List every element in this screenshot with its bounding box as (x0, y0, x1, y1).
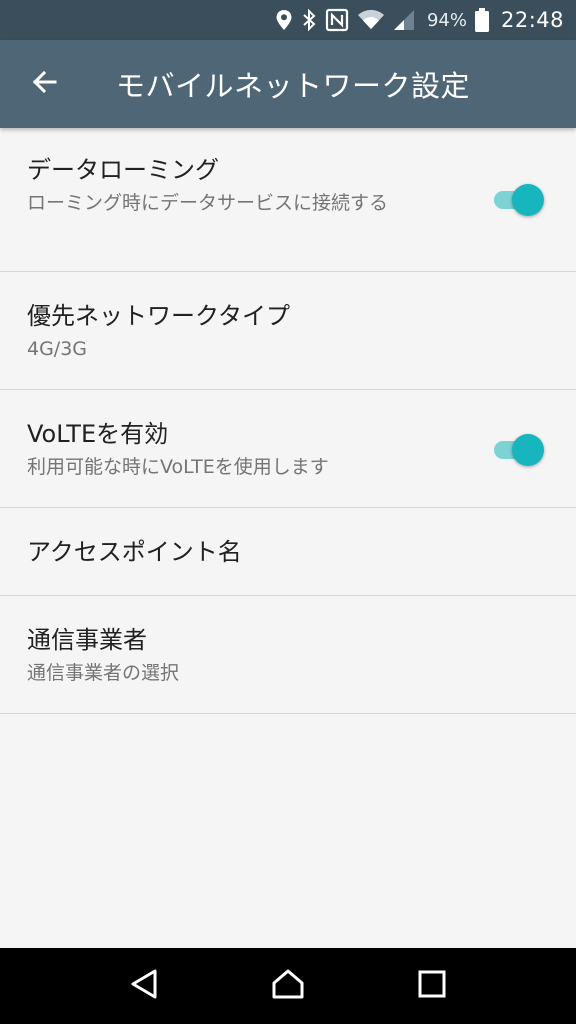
toggle-thumb (512, 434, 544, 466)
setting-title: VoLTEを有効 (27, 420, 169, 448)
volte-toggle[interactable] (494, 434, 544, 466)
setting-title: 通信事業者 (27, 626, 147, 654)
wifi-icon (357, 8, 385, 32)
bluetooth-icon (301, 8, 317, 32)
setting-volte[interactable]: VoLTEを有効 利用可能な時にVoLTEを使用します (0, 390, 576, 508)
setting-network-operators[interactable]: 通信事業者 通信事業者の選択 (0, 596, 576, 714)
setting-title: 優先ネットワークタイプ (27, 302, 291, 330)
back-arrow-icon (31, 69, 57, 99)
nfc-icon (325, 8, 349, 32)
back-triangle-icon (129, 968, 159, 1004)
nav-back-button[interactable] (114, 956, 174, 1016)
setting-data-roaming[interactable]: データローミング ローミング時にデータサービスに接続する (0, 128, 576, 272)
setting-subtitle: 通信事業者の選択 (27, 662, 180, 684)
home-icon (271, 968, 305, 1004)
setting-subtitle: 4G/3G (27, 338, 88, 360)
setting-preferred-network-type[interactable]: 優先ネットワークタイプ 4G/3G (0, 272, 576, 390)
setting-subtitle: 利用可能な時にVoLTEを使用します (27, 456, 329, 478)
settings-list: データローミング ローミング時にデータサービスに接続する 優先ネットワークタイプ… (0, 128, 576, 714)
clock: 22:48 (500, 8, 564, 32)
status-bar: 94% 22:48 (0, 0, 576, 40)
setting-subtitle: ローミング時にデータサービスに接続する (27, 192, 389, 214)
back-button[interactable] (16, 56, 72, 112)
toggle-thumb (512, 184, 544, 216)
page-title: モバイルネットワーク設定 (116, 69, 471, 103)
setting-access-point-names[interactable]: アクセスポイント名 (0, 508, 576, 596)
battery-icon (474, 8, 489, 32)
setting-title: データローミング (27, 156, 219, 184)
location-icon (275, 8, 293, 32)
app-bar: モバイルネットワーク設定 (0, 40, 576, 128)
recents-square-icon (418, 970, 446, 1002)
navigation-bar (0, 948, 576, 1024)
nav-home-button[interactable] (258, 956, 318, 1016)
data-roaming-toggle[interactable] (494, 184, 544, 216)
battery-percent: 94% (426, 9, 467, 31)
cell-signal-icon (393, 8, 415, 32)
setting-title: アクセスポイント名 (27, 538, 242, 566)
nav-recents-button[interactable] (402, 956, 462, 1016)
